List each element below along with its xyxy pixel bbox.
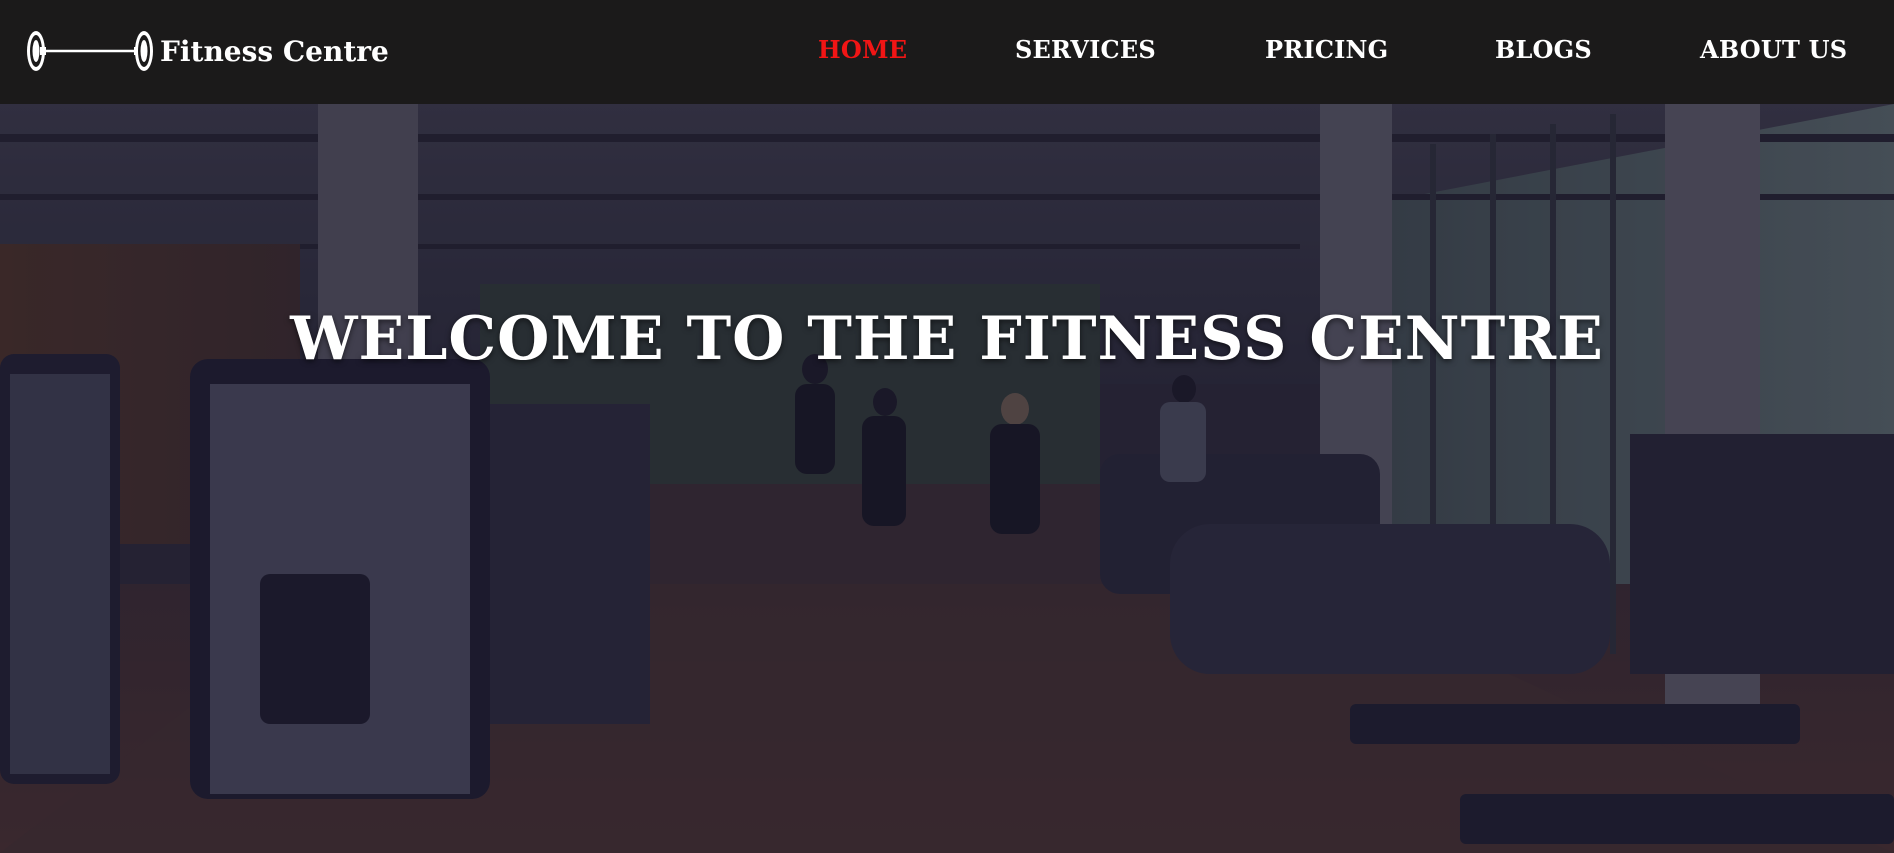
hero-section: WELCOME TO THE FITNESS CENTRE — [0, 104, 1894, 853]
hero-background-image — [0, 104, 1894, 853]
nav-item-blogs[interactable]: BLOGS — [1495, 35, 1592, 64]
nav-item-about-us[interactable]: ABOUT US — [1700, 35, 1847, 64]
navbar: Fitness Centre HOME SERVICES PRICING BLO… — [0, 0, 1894, 104]
hero-title: WELCOME TO THE FITNESS CENTRE — [290, 304, 1604, 375]
nav-item-home[interactable]: HOME — [818, 35, 907, 64]
main-nav: HOME SERVICES PRICING BLOGS ABOUT US — [0, 0, 1894, 104]
nav-item-services[interactable]: SERVICES — [1015, 35, 1156, 64]
nav-item-pricing[interactable]: PRICING — [1265, 35, 1388, 64]
